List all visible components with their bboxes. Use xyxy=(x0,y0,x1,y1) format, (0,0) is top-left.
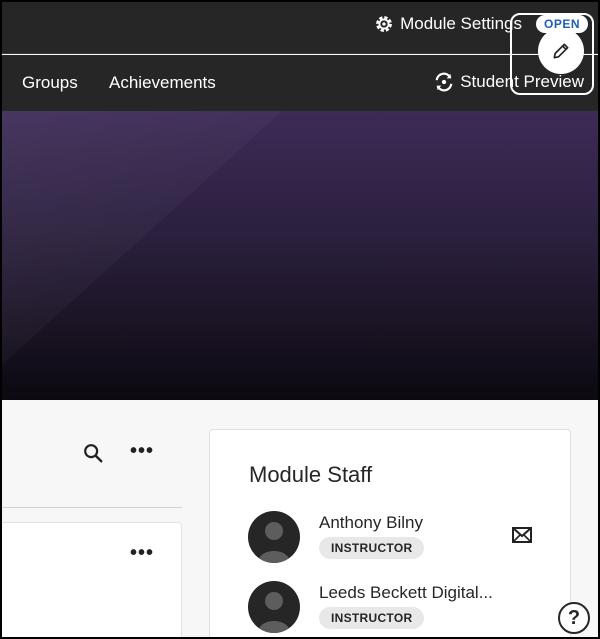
nav-bar: Groups Achievements Student Preview xyxy=(2,55,598,111)
pencil-icon xyxy=(553,43,569,59)
mail-icon[interactable] xyxy=(512,527,532,543)
nav-item-groups[interactable]: Groups xyxy=(22,73,78,93)
gear-icon xyxy=(376,16,392,32)
avatar xyxy=(248,581,300,633)
top-bar: Module Settings OPEN xyxy=(2,2,598,54)
module-staff-title: Module Staff xyxy=(249,462,373,487)
staff-name[interactable]: Anthony Bilny xyxy=(319,513,423,533)
content-card xyxy=(2,522,182,637)
staff-name[interactable]: Leeds Beckett Digital... xyxy=(319,583,493,603)
card-more-options-button[interactable]: ••• xyxy=(130,542,154,565)
search-icon[interactable] xyxy=(82,442,104,464)
staff-member: Leeds Beckett Digital... INSTRUCTOR xyxy=(248,581,568,635)
help-icon[interactable]: ? xyxy=(558,602,590,634)
role-badge: INSTRUCTOR xyxy=(319,537,425,559)
page-frame: Module Settings OPEN Groups Achievements… xyxy=(0,0,600,639)
more-options-button[interactable]: ••• xyxy=(130,440,154,463)
user-silhouette-icon xyxy=(258,592,290,633)
role-badge: INSTRUCTOR xyxy=(319,607,425,629)
nav-item-achievements[interactable]: Achievements xyxy=(109,73,216,93)
divider xyxy=(2,507,182,508)
user-silhouette-icon xyxy=(258,522,290,563)
banner-decoration xyxy=(2,111,282,400)
module-settings-label: Module Settings xyxy=(400,14,522,33)
avatar xyxy=(248,511,300,563)
edit-banner-button[interactable] xyxy=(538,28,584,74)
module-banner xyxy=(2,111,598,400)
refresh-eye-icon xyxy=(435,72,453,92)
